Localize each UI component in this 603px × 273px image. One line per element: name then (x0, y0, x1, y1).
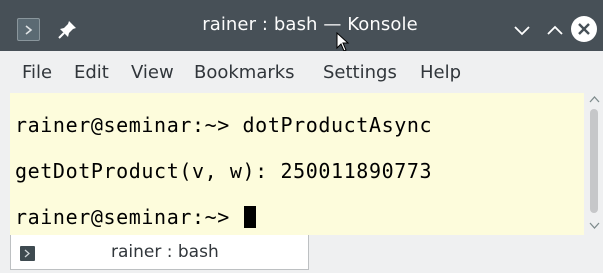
tab-bar: rainer : bash (0, 235, 603, 273)
menu-file[interactable]: File (22, 62, 52, 83)
menu-help[interactable]: Help (420, 62, 461, 83)
terminal-app-icon[interactable] (17, 18, 40, 41)
terminal-line: rainer@seminar:~> dotProductAsync (15, 113, 433, 137)
menu-bookmarks[interactable]: Bookmarks (194, 62, 295, 83)
scroll-down-arrow-icon[interactable] (589, 221, 600, 230)
terminal-prompt-line: rainer@seminar:~> (15, 205, 256, 229)
menu-bar: File Edit View Bookmarks Settings Help (0, 51, 603, 93)
pin-icon[interactable] (57, 18, 79, 40)
menu-edit[interactable]: Edit (74, 62, 109, 83)
close-icon (578, 23, 590, 35)
scrollbar-thumb[interactable] (590, 109, 598, 213)
text-cursor (243, 206, 256, 228)
vertical-scrollbar[interactable] (586, 93, 603, 235)
title-bar[interactable]: rainer : bash — Konsole (0, 0, 603, 52)
terminal-line: getDotProduct(v, w): 250011890773 (15, 159, 433, 183)
close-button[interactable] (571, 16, 597, 42)
menu-settings[interactable]: Settings (323, 62, 397, 83)
maximize-button[interactable] (544, 19, 566, 41)
tab-label: rainer : bash (111, 242, 219, 262)
tab-rainer-bash[interactable]: rainer : bash (10, 235, 309, 270)
menu-view[interactable]: View (131, 62, 174, 83)
terminal-area[interactable]: rainer@seminar:~> dotProductAsync getDot… (10, 93, 584, 235)
terminal-tab-icon (20, 246, 35, 261)
window-title: rainer : bash — Konsole (202, 14, 418, 35)
terminal-prompt: rainer@seminar:~> (15, 205, 243, 229)
minimize-button[interactable] (511, 19, 533, 41)
scroll-up-arrow-icon[interactable] (589, 95, 600, 104)
